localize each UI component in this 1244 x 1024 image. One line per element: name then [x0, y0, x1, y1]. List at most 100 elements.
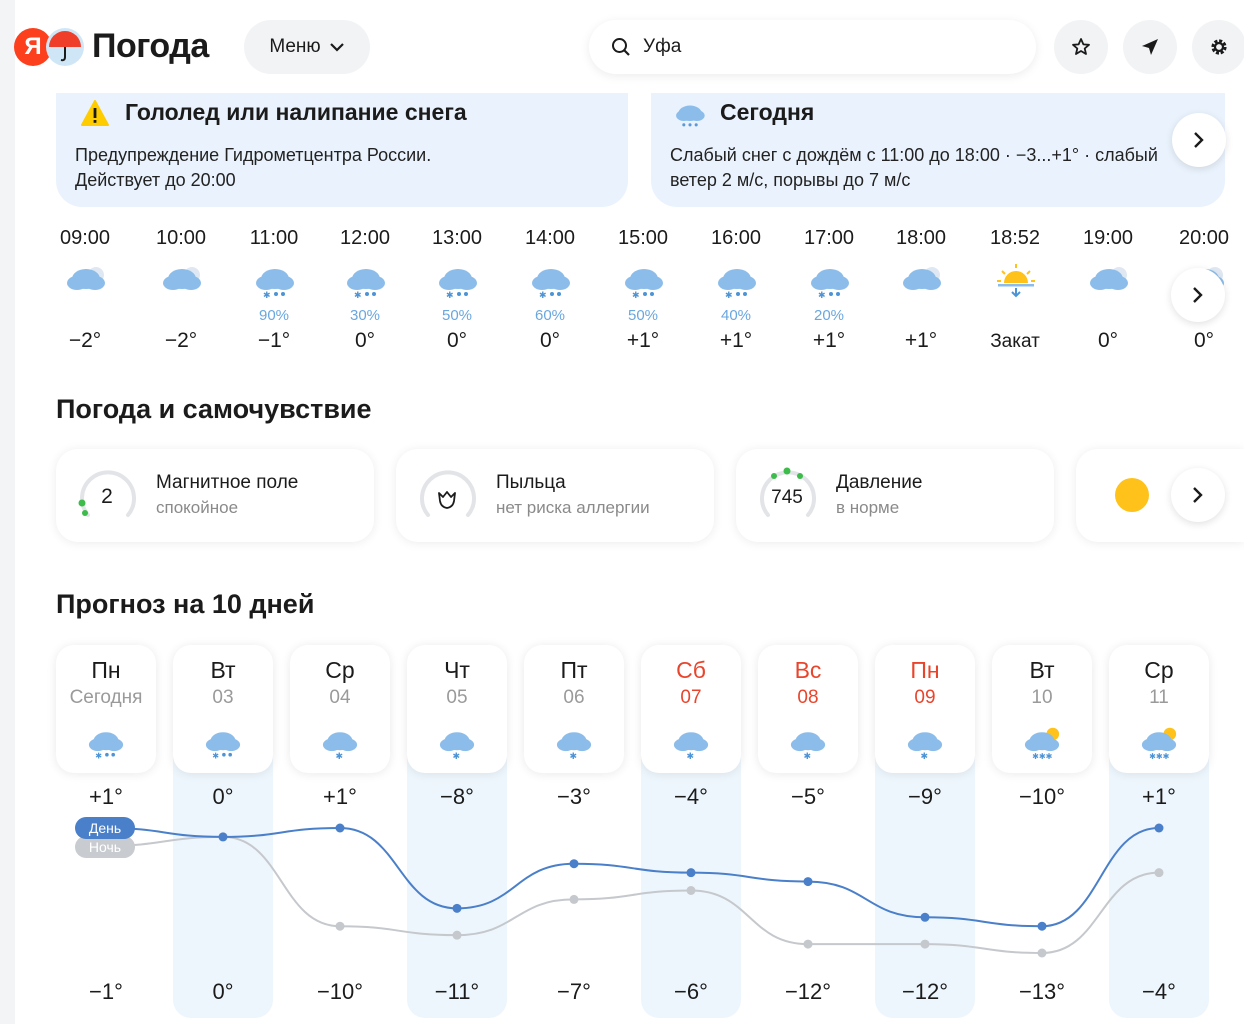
svg-text:✱✱✱: ✱✱✱ — [1149, 752, 1170, 761]
hourly-next-button[interactable] — [1171, 268, 1225, 322]
day-card[interactable]: Чт 05 ✱ — [407, 645, 507, 773]
wellbeing-title: Погода и самочувствие — [56, 394, 372, 424]
hourly-forecast: 09:00 −2° 10:00 −2° 11:00 ✱ 90% −1° 12:00 ✱ 30% 0° 1… — [0, 225, 1244, 365]
pressure-card[interactable]: 745 Давление в норме — [736, 449, 1054, 542]
day-card[interactable]: Сб 07 ✱ — [641, 645, 741, 773]
day-name: Чт — [444, 657, 470, 683]
hour-icon — [64, 261, 108, 299]
forecast-title: Прогноз на 10 дней — [56, 589, 315, 619]
day-min-temperature: 0° — [212, 979, 234, 1004]
hour-icon: ✱ — [253, 261, 297, 300]
hour-precip-probability: 20% — [813, 307, 845, 324]
day-icon: ✱✱✱ — [1139, 725, 1179, 761]
chevron-right-icon — [1193, 287, 1203, 303]
wellbeing-next-button[interactable] — [1171, 468, 1225, 522]
hour-item: 10:00 −2° — [136, 225, 226, 352]
cloud-snow-icon: ✱ — [322, 732, 358, 761]
favorite-button[interactable] — [1054, 20, 1108, 74]
day-icon: ✱ — [437, 725, 477, 761]
hour-time: 09:00 — [59, 227, 111, 249]
day-date: 05 — [446, 687, 468, 708]
day-max-temperature: −9° — [908, 784, 942, 809]
menu-label: Меню — [269, 36, 321, 57]
night-temperature-point — [569, 894, 579, 904]
settings-button[interactable] — [1192, 20, 1244, 74]
day-min-temperature: −4° — [1142, 979, 1176, 1004]
hour-icon — [1087, 261, 1131, 299]
today-text-line2: ветер 2 м/с, порывы до 7 м/с — [670, 170, 911, 190]
day-card[interactable]: Пн Сегодня ✱ — [56, 645, 156, 773]
day-date: 08 — [797, 687, 819, 708]
search-box[interactable] — [589, 20, 1036, 74]
day-icon: ✱✱✱ — [1022, 725, 1062, 761]
svg-text:✱: ✱ — [687, 751, 695, 761]
day-max-temperature: −5° — [791, 784, 825, 809]
day-card[interactable]: Пн 09 ✱ — [875, 645, 975, 773]
day-min-temperature: −13° — [1018, 979, 1066, 1004]
hour-item: 09:00 −2° — [40, 225, 130, 352]
warning-text-line2: Действует до 20:00 — [75, 170, 236, 190]
search-input[interactable] — [641, 35, 1025, 59]
hour-time: 18:52 — [989, 227, 1041, 249]
cloud-snow-icon: ✱ — [790, 732, 826, 761]
cloud-icon — [1090, 267, 1128, 290]
hour-item: 12:00 ✱ 30% 0° — [320, 225, 410, 352]
svg-text:✱: ✱ — [921, 751, 929, 761]
day-name: Пн — [910, 657, 940, 683]
day-date: Сегодня — [69, 687, 143, 708]
umbrella-icon — [46, 27, 84, 66]
day-min-temperature: −11° — [434, 979, 480, 1004]
hour-icon: ✱ — [622, 261, 666, 300]
day-name: Ср — [1144, 657, 1174, 683]
cloud-sleet-icon: ✱ — [532, 269, 570, 300]
hour-temperature: 0° — [1097, 329, 1119, 352]
hour-precip-probability: 60% — [534, 307, 566, 324]
alerts-next-button[interactable] — [1172, 113, 1226, 167]
hour-precip-probability: 40% — [720, 307, 752, 324]
day-min-temperature: −7° — [557, 979, 591, 1004]
cloud-snow-icon: ✱ — [439, 732, 475, 761]
day-card[interactable]: Вс 08 ✱ — [758, 645, 858, 773]
cloud-sleet-icon: ✱ — [625, 269, 663, 300]
day-name: Пн — [91, 657, 121, 683]
hour-icon: ✱ — [529, 261, 573, 300]
brand-logo[interactable]: Я Погода — [14, 27, 209, 66]
day-name: Ср — [325, 657, 355, 683]
day-icon: ✱ — [788, 725, 828, 761]
day-min-temperature: −6° — [674, 979, 708, 1004]
day-column-highlight — [1109, 740, 1209, 1018]
day-temperature-point — [803, 877, 813, 887]
day-card[interactable]: Вт 03 ✱ — [173, 645, 273, 773]
day-column-highlight — [407, 740, 507, 1018]
day-legend: День — [75, 817, 135, 839]
day-date: 06 — [563, 687, 585, 708]
svg-text:✱: ✱ — [446, 290, 454, 300]
hour-temperature: +1° — [719, 329, 753, 352]
warning-icon — [81, 100, 109, 126]
cloud-sleet-icon: ✱ — [88, 732, 124, 760]
pollen-card[interactable]: Пыльца нет риска аллергии — [396, 449, 714, 542]
day-card[interactable]: Вт 10 ✱✱✱ — [992, 645, 1092, 773]
day-card[interactable]: Пт 06 ✱ — [524, 645, 624, 773]
cloud-snow-icon: ✱ — [556, 732, 592, 761]
hour-item: 18:00 +1° — [876, 225, 966, 352]
pollen-title: Пыльца — [496, 472, 566, 493]
location-arrow-icon — [1142, 39, 1158, 55]
location-button[interactable] — [1123, 20, 1177, 74]
hour-item: 14:00 ✱ 60% 0° — [505, 225, 595, 352]
hour-item: 20:00 0° — [1159, 225, 1244, 352]
warning-card[interactable]: Гололед или налипание снега Предупрежден… — [56, 93, 628, 207]
cloud-sleet-icon: ✱ — [718, 269, 756, 300]
hour-time: 11:00 — [249, 227, 299, 249]
day-card[interactable]: Ср 04 ✱ — [290, 645, 390, 773]
day-max-temperature: −10° — [1018, 784, 1066, 809]
cloud-snow-icon: ✱ — [907, 732, 943, 761]
today-summary-card[interactable]: Сегодня Слабый снег с дождём с 11:00 до … — [651, 93, 1225, 207]
magnetic-field-card[interactable]: 2 Магнитное поле спокойное — [56, 449, 374, 542]
day-min-temperature: −12° — [901, 979, 949, 1004]
magnetic-value: 2 — [101, 485, 113, 508]
day-card[interactable]: Ср 11 ✱✱✱ — [1109, 645, 1209, 773]
svg-text:✱: ✱ — [263, 290, 271, 300]
day-max-temperature: 0° — [212, 784, 234, 809]
menu-button[interactable]: Меню — [244, 20, 370, 74]
